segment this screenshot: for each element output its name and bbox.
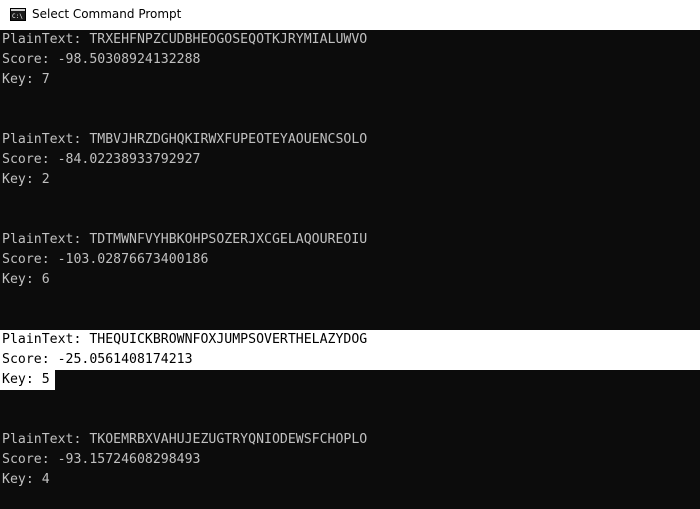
score-line: Score: -103.02876673400186 <box>2 252 209 267</box>
svg-text:C:\: C:\ <box>12 13 23 20</box>
score-line: Score: -98.50308924132288 <box>2 52 201 67</box>
plaintext-line: PlainText: TKOEMRBXVAHUJEZUGTRYQNIODEWSF… <box>2 432 368 447</box>
cmd-icon: C:\ <box>10 8 26 21</box>
key-line: Key: 7 <box>2 72 50 87</box>
key-line-selected: Key: 5 <box>2 372 50 387</box>
window-title: Select Command Prompt <box>32 7 182 21</box>
console-output[interactable]: PlainText: TRXEHFNPZCUDBHEOGOSEQOTKJRYMI… <box>0 30 700 509</box>
plaintext-line-selected: PlainText: THEQUICKBROWNFOXJUMPSOVERTHEL… <box>2 332 368 347</box>
plaintext-line: PlainText: TRXEHFNPZCUDBHEOGOSEQOTKJRYMI… <box>2 32 368 47</box>
key-line: Key: 6 <box>2 272 50 287</box>
score-line-selected: Score: -25.0561408174213 <box>2 352 193 367</box>
score-line: Score: -93.15724608298493 <box>2 452 201 467</box>
key-line: Key: 4 <box>2 472 50 487</box>
plaintext-line: PlainText: TDTMWNFVYHBKOHPSOZERJXCGELAQO… <box>2 232 368 247</box>
command-prompt-window: C:\ Select Command Prompt PlainText: TRX… <box>0 0 700 509</box>
score-line: Score: -84.02238933792927 <box>2 152 201 167</box>
key-line: Key: 2 <box>2 172 50 187</box>
plaintext-line: PlainText: TMBVJHRZDGHQKIRWXFUPEOTEYAOUE… <box>2 132 368 147</box>
title-bar[interactable]: C:\ Select Command Prompt <box>0 0 700 30</box>
